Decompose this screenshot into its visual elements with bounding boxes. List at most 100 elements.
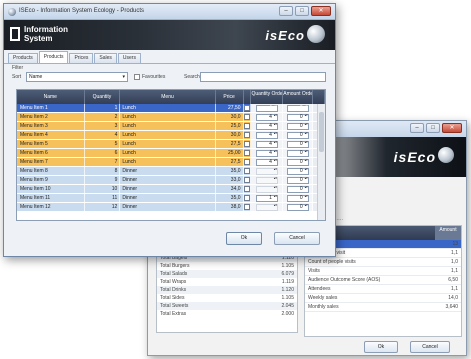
order-quantity-stepper[interactable]: 4 xyxy=(255,131,278,139)
cancel-button[interactable]: Cancel xyxy=(274,232,320,245)
order-amount-stepper[interactable]: 0 xyxy=(286,122,309,130)
order-quantity-stepper[interactable] xyxy=(255,185,278,193)
grid-header-cell[interactable] xyxy=(313,90,325,104)
order-amount-cell: 0 xyxy=(283,140,314,148)
table-row[interactable]: Menu Item 66Lunch25,00 40 xyxy=(17,149,325,158)
favourites-checkbox[interactable]: Favourites xyxy=(134,74,165,80)
row-checkbox[interactable] xyxy=(244,159,250,165)
table-row[interactable]: Menu Item 88Dinner35,0 0 xyxy=(17,167,325,176)
summary-row-label: Total Burgers xyxy=(160,263,190,269)
order-quantity-stepper[interactable] xyxy=(255,203,278,211)
stats-table-row: Visits 1,1 xyxy=(305,267,461,276)
row-checkbox[interactable] xyxy=(244,150,250,156)
order-quantity-stepper[interactable]: 4 xyxy=(255,113,278,121)
order-amount-stepper[interactable]: 0 xyxy=(286,149,309,157)
table-row[interactable]: Menu Item 1010Dinner34,0 0 xyxy=(17,185,325,194)
product-price-cell: 33,0 xyxy=(216,176,244,184)
back-close-button[interactable]: ✕ xyxy=(442,123,462,133)
grid-header-cell[interactable]: Quantity xyxy=(85,90,121,104)
scrollbar-thumb[interactable] xyxy=(319,112,324,152)
row-checkbox[interactable] xyxy=(244,186,250,192)
globe-icon xyxy=(307,25,325,43)
close-button[interactable]: ✕ xyxy=(311,6,331,16)
order-amount-stepper[interactable]: 0 xyxy=(286,203,309,211)
order-amount-stepper[interactable]: 0 xyxy=(286,194,309,202)
row-checkbox[interactable] xyxy=(244,204,250,210)
globe-icon xyxy=(438,147,454,163)
tab-0[interactable]: Products xyxy=(8,53,38,63)
row-checkbox-cell xyxy=(244,113,252,121)
order-amount-stepper[interactable]: 0 xyxy=(286,176,309,184)
logo-text-line1: Information xyxy=(24,25,68,34)
order-quantity-stepper[interactable]: 4 xyxy=(255,140,278,148)
order-amount-cell: 0 xyxy=(283,131,314,139)
row-checkbox[interactable] xyxy=(244,105,250,111)
table-row[interactable]: Menu Item 55Lunch27,5 40 xyxy=(17,140,325,149)
grid-header-cell[interactable] xyxy=(244,90,252,104)
product-menu-cell: Lunch xyxy=(120,104,216,112)
row-checkbox[interactable] xyxy=(244,132,250,138)
grid-header-cell[interactable]: Amount Ordered xyxy=(283,90,314,104)
order-amount-stepper[interactable]: 0 xyxy=(286,185,309,193)
order-amount-stepper[interactable]: 0 xyxy=(286,113,309,121)
table-row[interactable]: Menu Item 44Lunch30,040 xyxy=(17,131,325,140)
table-row[interactable]: Menu Item 22Lunch30,0 40 xyxy=(17,113,325,122)
checkbox-box[interactable] xyxy=(134,74,140,80)
order-quantity-stepper[interactable]: 4 xyxy=(255,158,278,166)
row-checkbox[interactable] xyxy=(244,195,250,201)
back-maximize-button[interactable]: □ xyxy=(426,123,440,133)
sort-select[interactable]: Name ▾ xyxy=(26,72,128,82)
tab-1[interactable]: Products xyxy=(38,51,69,63)
order-amount-stepper[interactable]: 0 xyxy=(286,140,309,148)
row-checkbox[interactable] xyxy=(244,114,250,120)
table-row[interactable]: Menu Item 1212Dinner38,0 0 xyxy=(17,203,325,212)
row-checkbox[interactable] xyxy=(244,141,250,147)
tab-2[interactable]: Prices xyxy=(69,53,94,63)
search-input[interactable] xyxy=(200,72,326,82)
product-price-cell: 35,0 xyxy=(216,167,244,175)
row-checkbox[interactable] xyxy=(244,177,250,183)
order-quantity-cell: 4 xyxy=(251,158,284,166)
row-checkbox-cell xyxy=(244,176,252,184)
tab-4[interactable]: Users xyxy=(117,53,141,63)
back-cancel-button[interactable]: Cancel xyxy=(410,341,450,353)
table-row[interactable]: Menu Item 99Dinner33,0 0 xyxy=(17,176,325,185)
table-row[interactable]: Menu Item 77Lunch27,5 40 xyxy=(17,158,325,167)
grid-header-cell[interactable]: Quantity Ordered xyxy=(251,90,284,104)
order-quantity-cell xyxy=(251,176,284,184)
order-amount-stepper[interactable]: 0 xyxy=(286,158,309,166)
order-quantity-stepper[interactable]: 4 xyxy=(255,149,278,157)
order-amount-cell: 0 xyxy=(283,194,314,202)
maximize-button[interactable]: □ xyxy=(295,6,309,16)
back-minimize-button[interactable]: – xyxy=(410,123,424,133)
ok-button[interactable]: Ok xyxy=(226,232,262,245)
order-amount-stepper[interactable]: 0 xyxy=(286,131,309,139)
minimize-button[interactable]: – xyxy=(279,6,293,16)
grid-header-cell[interactable]: Name xyxy=(17,90,85,104)
row-checkbox[interactable] xyxy=(244,168,250,174)
order-quantity-stepper[interactable]: 1 xyxy=(255,194,278,202)
order-amount-stepper[interactable]: 0 xyxy=(286,104,309,112)
row-checkbox[interactable] xyxy=(244,123,250,129)
tab-3[interactable]: Sales xyxy=(94,53,117,63)
table-row[interactable]: Menu Item 11Lunch27,50 40 xyxy=(17,104,325,113)
table-row[interactable]: Menu Item 1111Dinner35,0 10 xyxy=(17,194,325,203)
product-menu-cell: Dinner xyxy=(120,167,216,175)
product-quantity-cell: 5 xyxy=(85,140,121,148)
order-quantity-stepper[interactable] xyxy=(255,176,278,184)
row-checkbox-cell xyxy=(244,203,252,211)
grid-header-cell[interactable]: Menu xyxy=(120,90,216,104)
order-quantity-stepper[interactable] xyxy=(255,167,278,175)
product-menu-cell: Lunch xyxy=(120,122,216,130)
back-ok-button[interactable]: Ok xyxy=(364,341,398,353)
order-amount-stepper[interactable]: 0 xyxy=(286,167,309,175)
table-row[interactable]: Menu Item 33Lunch25,0 40 xyxy=(17,122,325,131)
order-quantity-stepper[interactable]: 4 xyxy=(255,104,278,112)
front-window-titlebar[interactable]: ISEco - Information System Ecology - Pro… xyxy=(4,4,335,20)
grid-header-cell[interactable]: Price xyxy=(216,90,244,104)
order-quantity-stepper[interactable]: 4 xyxy=(255,122,278,130)
stats-row-label: Attendees xyxy=(308,286,331,292)
grid-scrollbar[interactable] xyxy=(317,104,325,220)
stats-table-row: Weekly sales 14,0 xyxy=(305,294,461,303)
logo-frame-icon xyxy=(10,27,20,41)
